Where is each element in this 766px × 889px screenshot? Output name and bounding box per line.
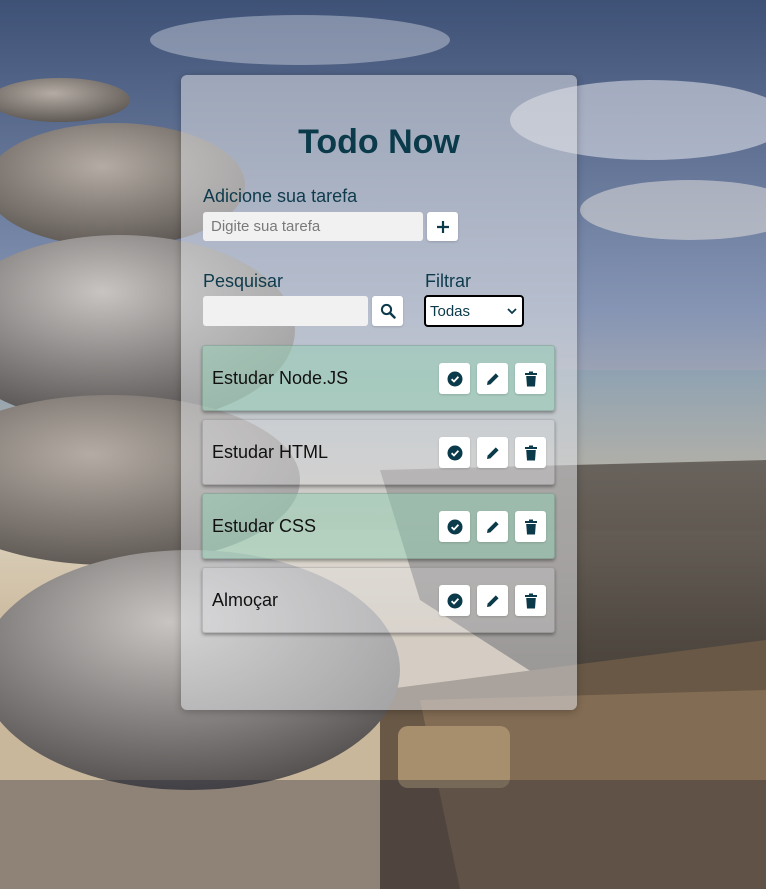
add-task-input[interactable]	[203, 212, 423, 241]
complete-todo-button[interactable]	[439, 437, 470, 468]
trash-icon	[524, 519, 537, 534]
add-task-label: Adicione sua tarefa	[203, 186, 358, 206]
trash-icon	[524, 445, 537, 460]
todo-item: Estudar CSS	[202, 493, 555, 559]
pencil-icon	[486, 372, 499, 385]
pencil-icon	[486, 520, 499, 533]
add-task-button[interactable]	[427, 212, 458, 241]
todo-text: Estudar HTML	[212, 442, 329, 462]
search-label: Pesquisar	[203, 271, 284, 291]
check-circle-icon	[447, 371, 462, 386]
complete-todo-button[interactable]	[439, 511, 470, 542]
check-circle-icon	[447, 593, 462, 608]
complete-todo-button[interactable]	[439, 585, 470, 616]
app-title: Todo Now	[298, 123, 460, 161]
pencil-icon	[486, 446, 499, 459]
delete-todo-button[interactable]	[515, 585, 546, 616]
plus-icon	[436, 220, 449, 233]
filter-select[interactable]: Todas	[424, 295, 524, 327]
complete-todo-button[interactable]	[439, 363, 470, 394]
search-input[interactable]	[203, 296, 368, 326]
todo-item: Estudar Node.JS	[202, 345, 555, 411]
todo-text: Estudar CSS	[212, 516, 317, 536]
check-circle-icon	[447, 519, 462, 534]
trash-icon	[524, 371, 537, 386]
search-button[interactable]	[372, 296, 403, 326]
edit-todo-button[interactable]	[477, 585, 508, 616]
filter-label: Filtrar	[425, 271, 471, 291]
chevron-down-icon	[507, 308, 517, 315]
edit-todo-button[interactable]	[477, 363, 508, 394]
todo-item: Estudar HTML	[202, 419, 555, 485]
todo-list: Estudar Node.JS Estudar HTML Estudar CSS…	[202, 345, 555, 641]
delete-todo-button[interactable]	[515, 437, 546, 468]
delete-todo-button[interactable]	[515, 363, 546, 394]
edit-todo-button[interactable]	[477, 437, 508, 468]
delete-todo-button[interactable]	[515, 511, 546, 542]
edit-todo-button[interactable]	[477, 511, 508, 542]
todo-card: Todo Now Adicione sua tarefa Pesquisar F…	[181, 75, 577, 710]
todo-text: Estudar Node.JS	[212, 368, 349, 388]
search-icon	[380, 303, 396, 319]
todo-text: Almoçar	[212, 590, 279, 610]
check-circle-icon	[447, 445, 462, 460]
pencil-icon	[486, 594, 499, 607]
filter-selected-value: Todas	[430, 302, 471, 320]
trash-icon	[524, 593, 537, 608]
todo-item: Almoçar	[202, 567, 555, 633]
